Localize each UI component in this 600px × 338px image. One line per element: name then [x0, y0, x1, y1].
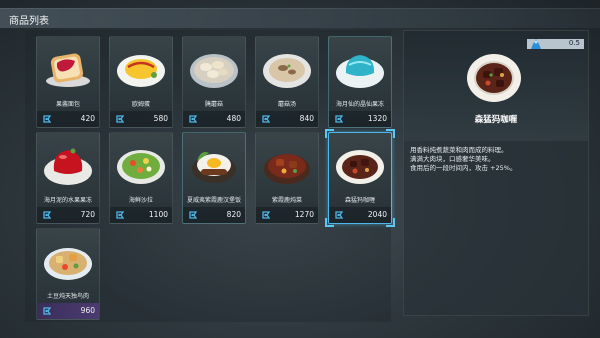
item-price-bar: 720	[37, 207, 99, 223]
item-price-bar: 1100	[110, 207, 172, 223]
mammoth-curry-icon	[336, 150, 384, 184]
item-card[interactable]: 夏威夷紫霞鹿汉堡饭 820	[182, 132, 246, 224]
item-card[interactable]: 欧姆蛋 580	[109, 36, 173, 128]
currency-icon	[189, 115, 198, 123]
item-price-bar: 2040	[329, 207, 391, 223]
item-name: 蘑菇汤	[277, 101, 296, 108]
potato-stew-icon	[44, 248, 92, 280]
deer-stew-icon	[264, 154, 310, 184]
item-card[interactable]: 蘑菇汤 840	[255, 36, 319, 128]
item-name: 果酱面包	[55, 101, 80, 108]
item-price-bar: 1320	[329, 111, 391, 127]
mammoth-curry-large-icon	[467, 54, 521, 102]
item-price-bar: 1270	[256, 207, 318, 223]
description-line: 食用后的一段时间内，攻击 +25%。	[410, 164, 517, 172]
stock-icon	[531, 39, 541, 49]
item-price-bar: 820	[183, 207, 245, 223]
mushroom-soup-icon	[263, 54, 311, 88]
detail-description: 用香料炖煮蔬菜和肉而成的料理。 满满大肉块，口感奢华美味。 食用后的一段时间内，…	[410, 146, 588, 173]
window-title-bar: 商品列表	[0, 8, 600, 28]
item-price: 820	[226, 210, 241, 219]
currency-icon	[116, 211, 125, 219]
item-card[interactable]: 海鲜沙拉 1100	[109, 132, 173, 224]
selection-corner	[386, 129, 395, 138]
red-jelly-icon	[44, 148, 92, 185]
quantity-value: 0.5	[568, 39, 580, 47]
item-card[interactable]: 海月仙的晶仙果冻 1320	[328, 36, 392, 128]
item-price: 580	[153, 114, 168, 123]
blue-jelly-icon	[336, 55, 384, 88]
toast-jam-icon	[46, 53, 90, 87]
item-price: 420	[80, 114, 95, 123]
seafood-salad-icon	[117, 150, 165, 184]
item-card[interactable]: 果酱面包 420	[36, 36, 100, 128]
detail-item-name: 森猛犸咖喱	[474, 115, 518, 125]
item-name: 海月泥的水果果冻	[43, 197, 92, 204]
window-title: 商品列表	[9, 16, 49, 27]
item-name: 夏威夷紫霞鹿汉堡饭	[186, 197, 241, 204]
item-price: 1320	[367, 114, 387, 123]
item-name: 海鲜沙拉	[128, 197, 153, 204]
item-price-bar: 580	[110, 111, 172, 127]
item-card[interactable]: 紫霞鹿炖菜 1270	[255, 132, 319, 224]
item-card[interactable]: 土豆炖天独鸟肉 960	[36, 228, 100, 320]
item-card[interactable]: 腌蘑菇 480	[182, 36, 246, 128]
item-price-bar: 420	[37, 111, 99, 127]
detail-panel: 0.5 森猛犸咖喱 用香料炖煮蔬菜和肉而成的料理。 满满大肉块，口感奢华美味。 …	[403, 30, 589, 316]
selection-corner	[325, 218, 334, 227]
item-price: 1270	[294, 210, 314, 219]
item-name: 海月仙的晶仙果冻	[335, 101, 384, 108]
currency-icon	[43, 115, 52, 123]
currency-icon	[43, 307, 52, 315]
currency-icon	[189, 211, 198, 219]
item-name: 腌蘑菇	[204, 101, 223, 108]
detail-header: 0.5 森猛犸咖喱	[404, 31, 588, 141]
item-price-bar: 960	[37, 303, 99, 319]
loco-moco-icon	[192, 152, 236, 183]
selection-corner	[325, 129, 334, 138]
item-name: 紫霞鹿炖菜	[271, 197, 302, 204]
item-name: 森猛犸咖喱	[344, 197, 375, 204]
currency-icon	[116, 115, 125, 123]
item-price: 960	[80, 306, 95, 315]
item-price: 840	[299, 114, 314, 123]
currency-icon	[262, 115, 271, 123]
item-price: 1100	[148, 210, 168, 219]
item-price-bar: 840	[256, 111, 318, 127]
description-line: 满满大肉块，口感奢华美味。	[410, 155, 495, 163]
selection-corner	[386, 218, 395, 227]
omelette-icon	[117, 55, 165, 87]
item-price-bar: 480	[183, 111, 245, 127]
item-card[interactable]: 森猛犸咖喱 2040	[325, 129, 395, 227]
item-name: 欧姆蛋	[131, 101, 150, 108]
pickled-mushroom-icon	[190, 54, 238, 88]
currency-icon	[335, 211, 344, 219]
item-card[interactable]: 海月泥的水果果冻 720	[36, 132, 100, 224]
currency-icon	[43, 211, 52, 219]
item-name: 土豆炖天独鸟肉	[46, 293, 89, 300]
description-line: 用香料炖煮蔬菜和肉而成的料理。	[410, 146, 508, 154]
item-price: 480	[226, 114, 241, 123]
currency-icon	[335, 115, 344, 123]
currency-icon	[262, 211, 271, 219]
item-price: 2040	[367, 210, 387, 219]
item-price: 720	[80, 210, 95, 219]
